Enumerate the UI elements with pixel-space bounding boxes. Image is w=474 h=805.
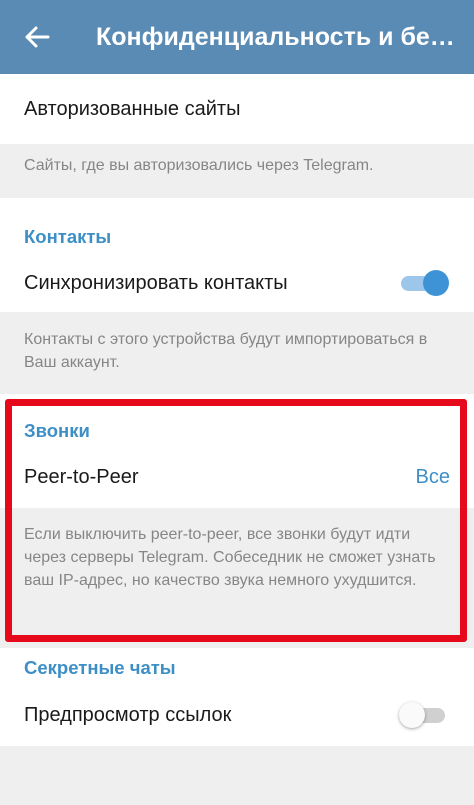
sync-contacts-row[interactable]: Синхронизировать контакты bbox=[0, 254, 474, 312]
link-preview-toggle[interactable] bbox=[399, 701, 447, 729]
contacts-header: Контакты bbox=[24, 226, 112, 247]
peer-to-peer-row[interactable]: Peer-to-Peer Все bbox=[0, 450, 474, 508]
calls-section: Звонки Peer-to-Peer Все bbox=[0, 394, 474, 508]
authorized-sites-hint: Сайты, где вы авторизовались через Teleg… bbox=[24, 157, 374, 174]
calls-header: Звонки bbox=[24, 420, 90, 441]
page-title: Конфиденциальность и бе… bbox=[96, 23, 455, 51]
link-preview-label: Предпросмотр ссылок bbox=[24, 704, 232, 726]
sync-contacts-label: Синхронизировать контакты bbox=[24, 272, 288, 294]
secret-chats-section: Секретные чаты Предпросмотр ссылок bbox=[0, 648, 474, 746]
contacts-section: Контакты Синхронизировать контакты bbox=[0, 198, 474, 312]
peer-to-peer-label: Peer-to-Peer bbox=[24, 466, 139, 488]
sync-contacts-toggle[interactable] bbox=[401, 269, 449, 297]
app-bar: Конфиденциальность и бе… bbox=[0, 0, 474, 74]
contacts-hint: Контакты с этого устройства будут импорт… bbox=[24, 331, 428, 371]
bottom-area bbox=[0, 746, 474, 805]
authorized-sites-label: Авторизованные сайты bbox=[24, 98, 241, 120]
link-preview-row[interactable]: Предпросмотр ссылок bbox=[0, 688, 474, 746]
arrow-left-icon[interactable] bbox=[24, 25, 50, 49]
secret-chats-header: Секретные чаты bbox=[24, 657, 176, 678]
contacts-hint-block: Контакты с этого устройства будут импорт… bbox=[0, 312, 474, 394]
calls-hint: Если выключить peer-to-peer, все звонки … bbox=[24, 526, 436, 589]
authorized-sites-row[interactable]: Авторизованные сайты bbox=[0, 74, 474, 144]
authorized-sites-hint-block: Сайты, где вы авторизовались через Teleg… bbox=[0, 144, 474, 198]
calls-hint-block: Если выключить peer-to-peer, все звонки … bbox=[0, 508, 474, 648]
peer-to-peer-value: Все bbox=[415, 466, 450, 488]
